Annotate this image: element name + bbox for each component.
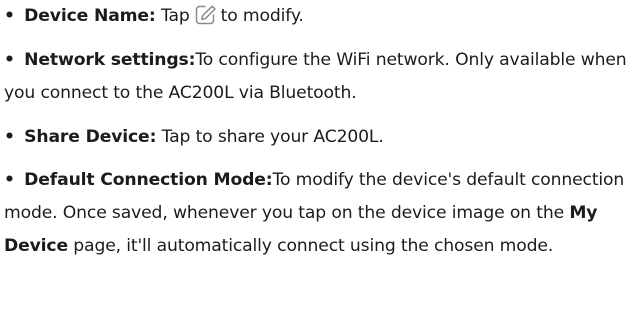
item-text: to modify. bbox=[220, 6, 304, 26]
bullet: • bbox=[4, 50, 15, 70]
list-item-default-connection-mode: • Default Connection Mode:To modify the … bbox=[4, 164, 632, 263]
item-label: Network settings: bbox=[24, 50, 196, 70]
item-text: page, it'll automatically connect using … bbox=[73, 236, 554, 256]
document-body: • Device Name: Tap to modify. • Network … bbox=[0, 0, 637, 313]
bullet: • bbox=[4, 127, 15, 147]
item-label: Share Device: bbox=[24, 127, 157, 147]
edit-icon bbox=[194, 4, 218, 26]
bullet: • bbox=[4, 170, 15, 190]
list-item-network-settings: • Network settings:To configure the WiFi… bbox=[4, 44, 632, 110]
bullet: • bbox=[4, 6, 15, 26]
item-text: Tap to share your AC200L. bbox=[161, 127, 384, 147]
list-item-share-device: • Share Device: Tap to share your AC200L… bbox=[4, 121, 632, 154]
item-label: Default Connection Mode: bbox=[24, 170, 273, 190]
item-label: Device Name: bbox=[24, 6, 156, 26]
item-text: Tap bbox=[160, 6, 190, 26]
list-item-device-name: • Device Name: Tap to modify. bbox=[4, 0, 632, 33]
